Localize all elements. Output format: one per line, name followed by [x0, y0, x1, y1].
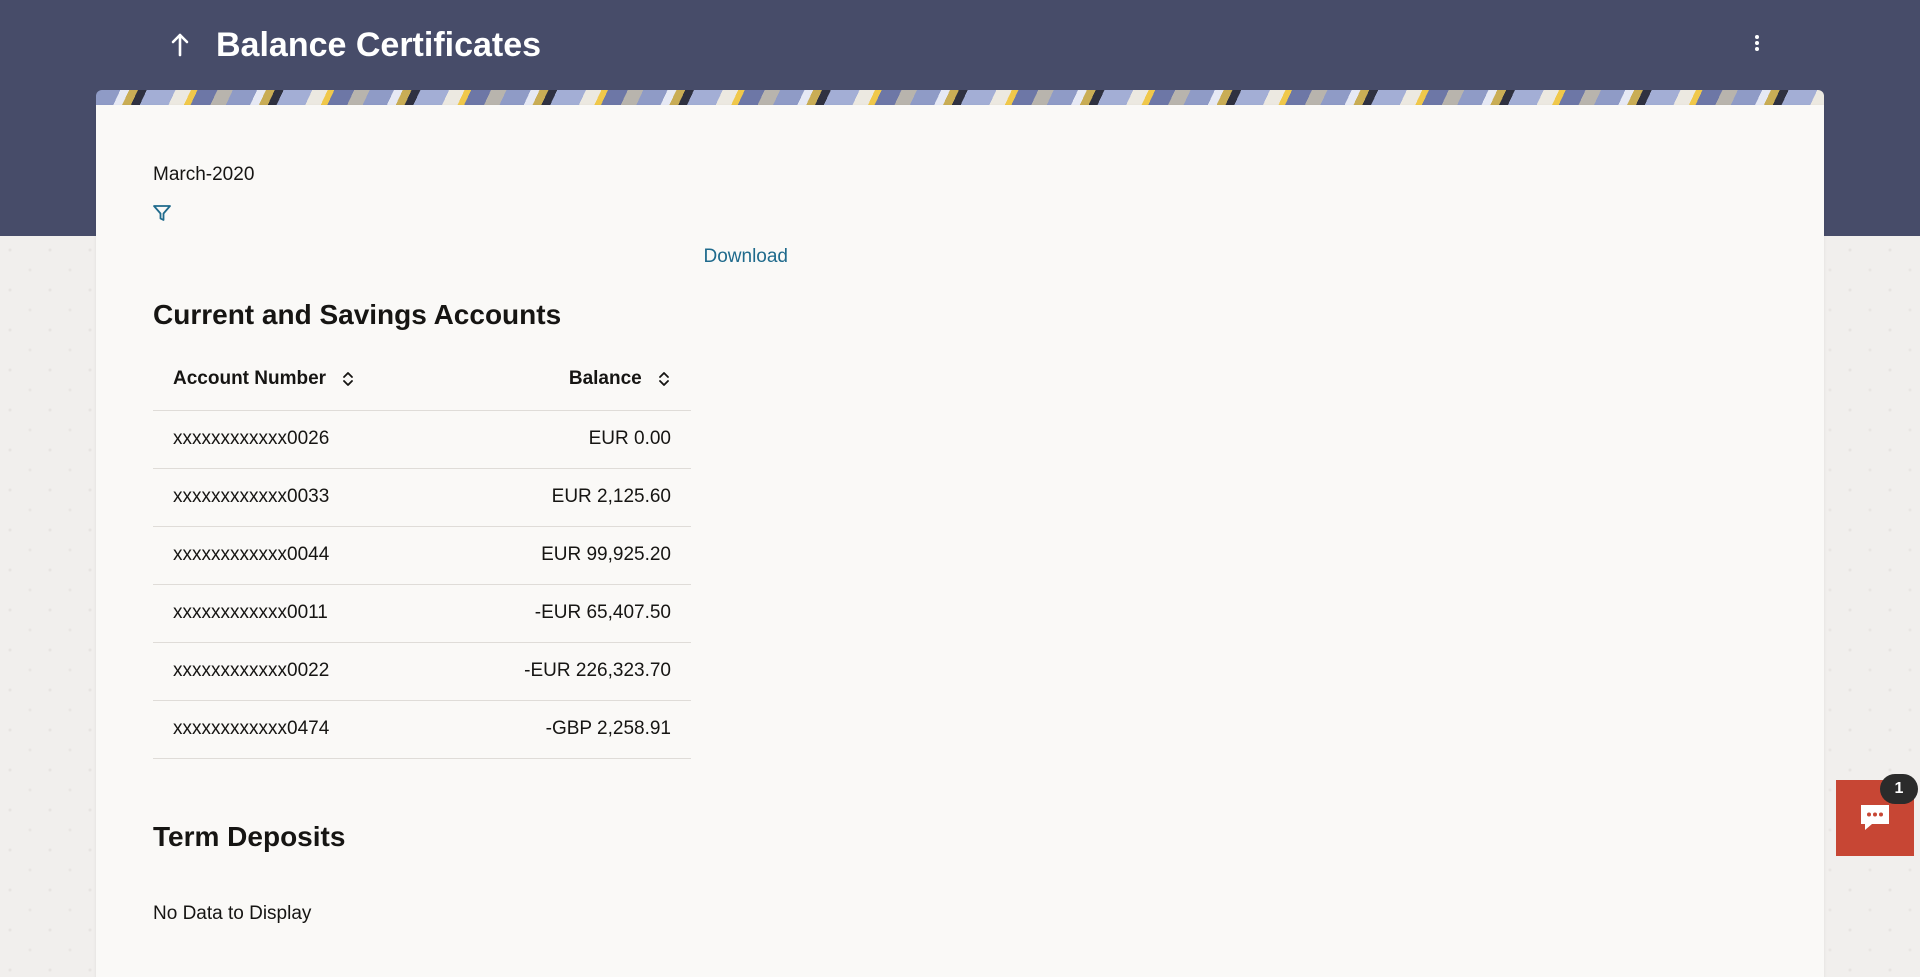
period-label: March-2020: [153, 164, 255, 185]
download-link[interactable]: Download: [602, 245, 789, 269]
balance-cell: -EUR 65,407.50: [534, 602, 671, 623]
more-options-button[interactable]: [1742, 26, 1772, 60]
table-row: xxxxxxxxxxxx0474 -GBP 2,258.91: [153, 701, 691, 759]
term-deposits-section-title: Term Deposits: [153, 821, 346, 852]
arrow-up-icon: [171, 33, 189, 57]
balance-cell: EUR 99,925.20: [541, 544, 671, 565]
sort-icon: [343, 372, 354, 386]
decorative-banner: [96, 90, 1824, 106]
table-row: xxxxxxxxxxxx0022 -EUR 226,323.70: [153, 643, 691, 701]
account-number-cell: xxxxxxxxxxxx0026: [173, 428, 330, 449]
kebab-dot: [1755, 41, 1759, 45]
empty-state-message: No Data to Display: [153, 903, 312, 924]
account-number-cell: xxxxxxxxxxxx0033: [173, 486, 330, 507]
filter-button[interactable]: [152, 203, 172, 223]
content-card: March-2020 Download Current and Savings …: [96, 105, 1824, 977]
sort-icon: [659, 372, 669, 386]
notification-badge: 1: [1880, 774, 1918, 804]
balance-cell: -EUR 226,323.70: [524, 660, 671, 681]
page-title: Balance Certificates: [216, 26, 542, 64]
page-header: Balance Certificates: [0, 0, 1920, 90]
account-number-cell: xxxxxxxxxxxx0044: [173, 544, 330, 565]
account-number-cell: xxxxxxxxxxxx0022: [173, 660, 330, 681]
balance-column-header[interactable]: Balance: [569, 367, 671, 391]
column-label: Balance: [568, 368, 642, 389]
balance-cell: EUR 0.00: [588, 428, 671, 449]
filter-icon: [153, 205, 171, 221]
chat-icon: [1861, 805, 1889, 830]
kebab-menu-icon: [1755, 35, 1759, 39]
table-row: xxxxxxxxxxxx0011 -EUR 65,407.50: [153, 585, 691, 643]
column-label: Account Number: [173, 368, 327, 389]
back-button[interactable]: [160, 24, 200, 64]
account-number-cell: xxxxxxxxxxxx0011: [173, 602, 328, 623]
table-row: xxxxxxxxxxxx0044 EUR 99,925.20: [153, 527, 691, 585]
account-number-cell: xxxxxxxxxxxx0474: [173, 718, 330, 739]
casa-section-title: Current and Savings Accounts: [153, 299, 562, 330]
table-row: xxxxxxxxxxxx0033 EUR 2,125.60: [153, 469, 691, 527]
account-number-column-header[interactable]: Account Number: [173, 367, 355, 391]
table-header: Account Number Balance: [153, 348, 691, 411]
table-row: xxxxxxxxxxxx0026 EUR 0.00: [153, 411, 691, 469]
balance-cell: EUR 2,125.60: [551, 486, 671, 507]
kebab-dot: [1755, 47, 1759, 51]
balance-cell: -GBP 2,258.91: [545, 718, 671, 739]
casa-table: Account Number Balance xxxxxxxxxxxx0026 …: [153, 348, 691, 759]
